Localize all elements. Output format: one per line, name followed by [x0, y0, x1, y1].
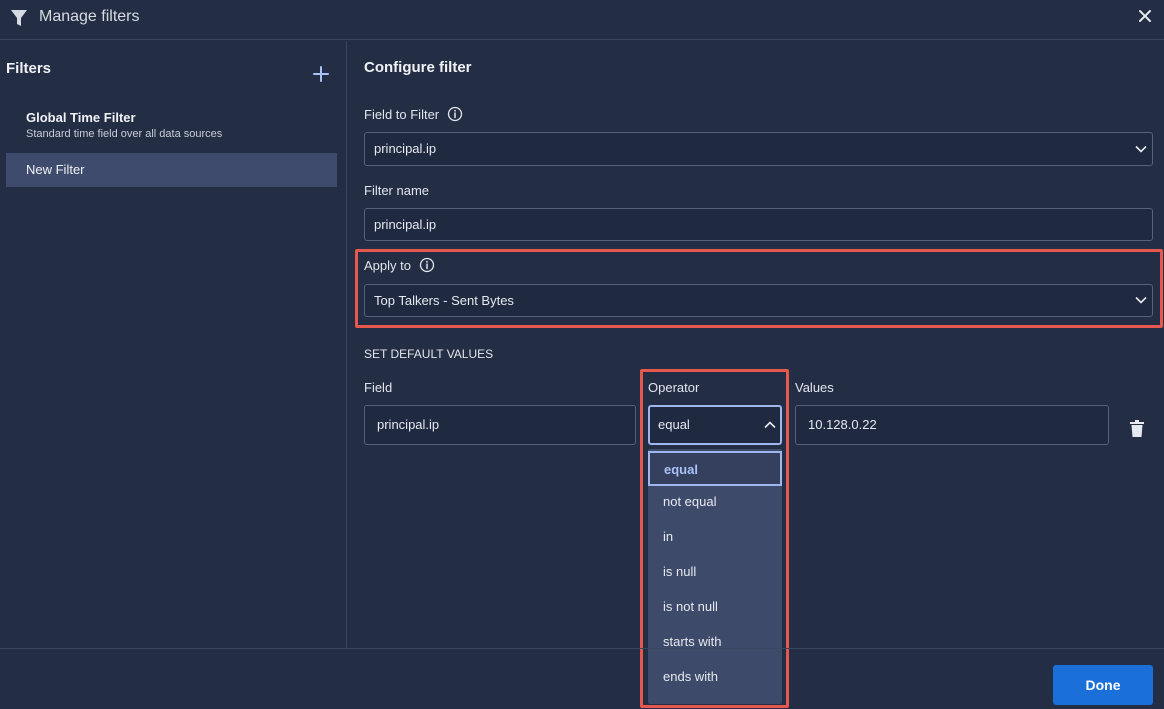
filter-item-subtitle: Standard time field over all data source…: [26, 128, 223, 140]
default-values-input[interactable]: 10.128.0.22: [795, 405, 1109, 445]
default-field-input[interactable]: principal.ip: [364, 405, 636, 445]
operator-option-is-not-null[interactable]: is not null: [648, 590, 782, 625]
apply-to-label: Apply to: [364, 258, 411, 273]
info-icon[interactable]: [447, 106, 463, 122]
filter-item-global-time[interactable]: Global Time Filter Standard time field o…: [6, 105, 337, 147]
chevron-up-icon: [764, 421, 776, 429]
operator-option-in[interactable]: in: [648, 520, 782, 555]
operator-option-not-equal[interactable]: not equal: [648, 485, 782, 520]
dialog-title: Manage filters: [39, 8, 140, 25]
set-default-values-title: SET DEFAULT VALUES: [364, 347, 494, 361]
operator-option-starts-with[interactable]: starts with: [648, 625, 782, 660]
add-filter-icon[interactable]: [310, 63, 332, 85]
filters-panel: Filters Global Time Filter Standard time…: [0, 41, 347, 648]
info-icon[interactable]: [419, 257, 435, 273]
operator-select[interactable]: equal: [648, 405, 782, 445]
operator-dropdown-menu: equal not equal in is null is not null s…: [648, 449, 782, 704]
filter-item-title: Global Time Filter: [26, 110, 136, 125]
done-button[interactable]: Done: [1053, 665, 1153, 705]
filter-name-input[interactable]: principal.ip: [364, 208, 1153, 241]
filter-icon: [11, 10, 27, 26]
values-column-label: Values: [795, 380, 834, 395]
filters-title: Filters: [6, 60, 52, 77]
filter-item-new-filter[interactable]: New Filter: [6, 153, 337, 187]
close-icon[interactable]: [1135, 6, 1155, 26]
dialog-header: [0, 0, 1164, 40]
operator-option-is-null[interactable]: is null: [648, 555, 782, 590]
apply-to-select[interactable]: Top Talkers - Sent Bytes: [364, 284, 1153, 317]
chevron-down-icon: [1135, 296, 1147, 304]
operator-option-ends-with[interactable]: ends with: [648, 660, 782, 695]
filter-name-label: Filter name: [364, 183, 430, 198]
field-to-filter-label: Field to Filter: [364, 107, 440, 122]
trash-icon[interactable]: [1129, 420, 1145, 437]
chevron-down-icon: [1135, 145, 1147, 153]
operator-column-label: Operator: [648, 380, 700, 395]
footer-divider: [0, 648, 1164, 649]
field-column-label: Field: [364, 380, 393, 395]
operator-option-equal[interactable]: equal: [648, 451, 782, 486]
configure-filter-title: Configure filter: [364, 59, 472, 76]
field-to-filter-select[interactable]: principal.ip: [364, 132, 1153, 166]
